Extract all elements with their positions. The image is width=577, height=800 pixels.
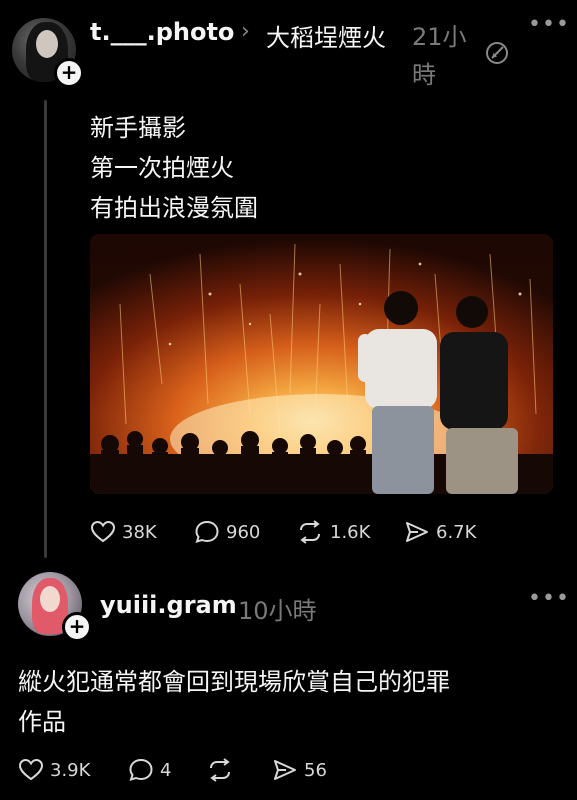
comment-count: 4 bbox=[160, 759, 172, 781]
avatar-face bbox=[40, 586, 60, 612]
threads-feed: + t.___.photo › 大稻埕煙火 21小時 ••• 新手攝影 第一次拍… bbox=[0, 0, 577, 800]
repost-icon bbox=[210, 758, 230, 782]
like-action[interactable]: 3.9K bbox=[18, 758, 90, 782]
like-count: 38K bbox=[122, 521, 157, 543]
post-text-line: 有拍出浪漫氛圍 bbox=[90, 194, 258, 222]
like-count: 3.9K bbox=[50, 759, 91, 781]
follow-plus-icon[interactable]: + bbox=[62, 612, 92, 642]
post-text-line: 新手攝影 bbox=[90, 114, 186, 142]
repost-count: 1.6K bbox=[330, 521, 371, 543]
follow-plus-icon[interactable]: + bbox=[54, 58, 84, 88]
comment-action[interactable]: 4 bbox=[128, 758, 171, 782]
send-icon bbox=[274, 760, 296, 780]
avatar-face bbox=[36, 30, 58, 58]
reply-text-line: 縱火犯通常都會回到現場欣賞自己的犯罪 bbox=[18, 668, 450, 696]
comment-bubble-icon bbox=[129, 758, 153, 782]
post-time: 21小時 bbox=[412, 23, 467, 89]
like-action[interactable]: 38K bbox=[90, 520, 157, 544]
share-count: 56 bbox=[304, 759, 327, 781]
post-community[interactable]: 大稻埕煙火 bbox=[266, 18, 386, 53]
reply-time: 10小時 bbox=[238, 597, 317, 625]
comment-count: 960 bbox=[226, 521, 261, 543]
more-horizontal-icon[interactable]: ••• bbox=[528, 12, 570, 37]
post-photo[interactable] bbox=[90, 234, 553, 494]
repost-action[interactable]: 1.6K bbox=[296, 520, 370, 544]
comment-bubble-icon bbox=[195, 520, 219, 544]
share-count: 6.7K bbox=[436, 521, 477, 543]
heart-icon bbox=[18, 758, 44, 781]
repost-icon bbox=[300, 520, 320, 544]
send-icon bbox=[406, 522, 428, 542]
fireworks-photo-illustration bbox=[90, 234, 553, 494]
post-text-line: 第一次拍煙火 bbox=[90, 154, 234, 182]
share-action[interactable]: 56 bbox=[272, 758, 327, 782]
repost-action[interactable] bbox=[206, 758, 234, 782]
edit-icon[interactable] bbox=[484, 40, 510, 70]
heart-icon bbox=[90, 520, 116, 543]
thread-connector-line bbox=[44, 100, 47, 558]
reply-username[interactable]: yuiii.gram bbox=[100, 591, 237, 619]
more-horizontal-icon[interactable]: ••• bbox=[528, 586, 570, 611]
chevron-right-icon: › bbox=[241, 19, 250, 44]
post-username[interactable]: t.___.photo bbox=[90, 18, 234, 46]
share-action[interactable]: 6.7K bbox=[404, 520, 476, 544]
reply-text-line: 作品 bbox=[18, 708, 66, 736]
comment-action[interactable]: 960 bbox=[194, 520, 260, 544]
